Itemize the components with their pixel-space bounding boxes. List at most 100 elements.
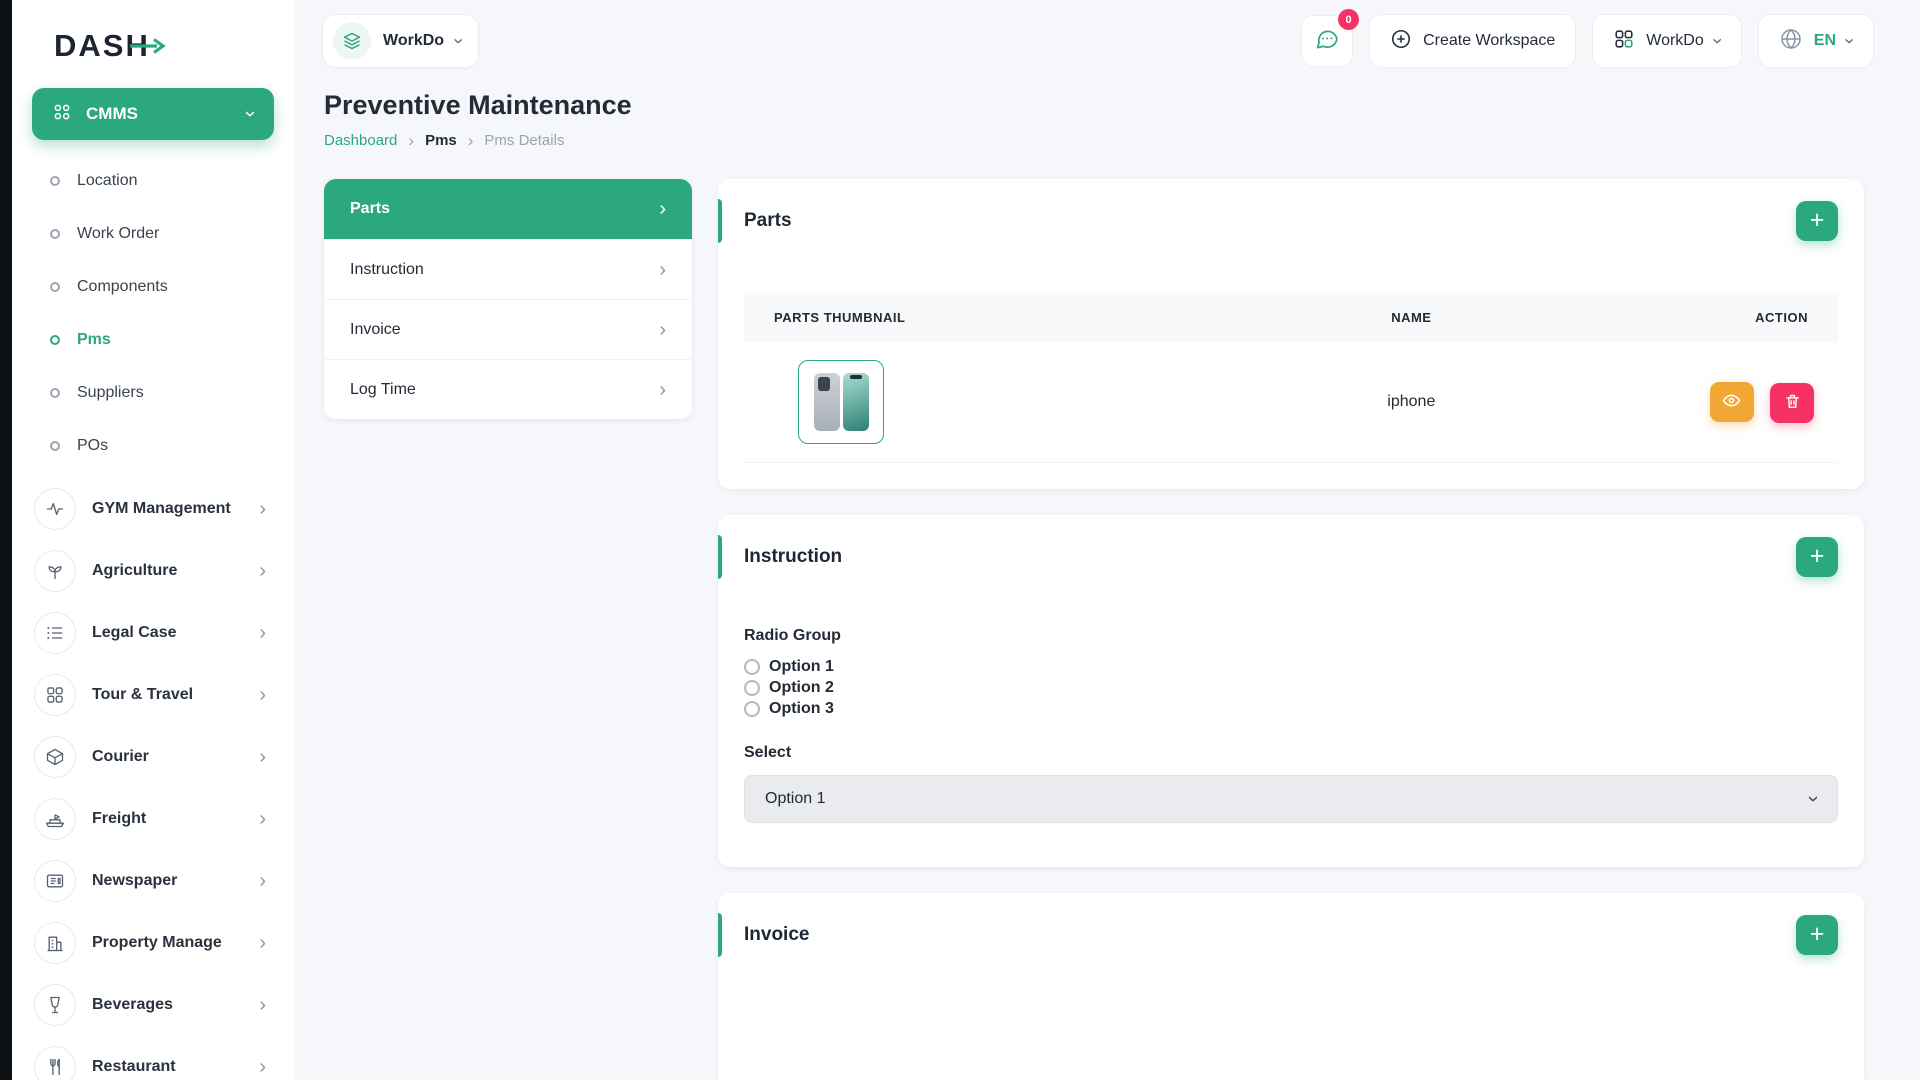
- invoice-card-title: Invoice: [744, 924, 809, 946]
- eye-icon: [1722, 391, 1741, 413]
- part-thumbnail[interactable]: [798, 360, 884, 444]
- create-workspace-button[interactable]: Create Workspace: [1369, 14, 1576, 68]
- tab-log-time[interactable]: Log Time ›: [324, 359, 692, 419]
- language-selector[interactable]: EN ›: [1758, 14, 1874, 68]
- sidebar-item-tour-travel[interactable]: Tour & Travel ›: [32, 664, 274, 726]
- drink-icon: [34, 984, 76, 1026]
- brand-logo: DASH: [12, 0, 294, 80]
- globe-icon: [1779, 27, 1803, 56]
- bullet-ring-icon: [50, 335, 60, 345]
- delete-button[interactable]: [1770, 383, 1814, 423]
- radio-icon[interactable]: [744, 701, 760, 717]
- app-root: DASH CMMS › Location Work Order Componen…: [0, 0, 1920, 1080]
- add-part-button[interactable]: +: [1796, 201, 1838, 241]
- sidebar-item-beverages[interactable]: Beverages ›: [32, 974, 274, 1036]
- radio-icon[interactable]: [744, 659, 760, 675]
- sidebar-item-location[interactable]: Location: [32, 154, 274, 207]
- radio-option-3[interactable]: Option 3: [744, 700, 1838, 718]
- parts-table-wrap: PARTS THUMBNAIL NAME ACTION: [718, 263, 1864, 489]
- chevron-right-icon: ›: [408, 132, 414, 149]
- workspace-logo-icon: [333, 22, 371, 60]
- sidebar-item-newspaper[interactable]: Newspaper ›: [32, 850, 274, 912]
- chevron-right-icon: ›: [259, 747, 266, 767]
- tab-label: Instruction: [350, 261, 424, 279]
- logo-arrow-icon: [130, 38, 166, 59]
- tab-label: Log Time: [350, 381, 416, 399]
- sidebar-item-pms[interactable]: Pms: [32, 313, 274, 366]
- sidebar-item-suppliers[interactable]: Suppliers: [32, 366, 274, 419]
- trash-icon: [1784, 393, 1801, 413]
- breadcrumb-dashboard-link[interactable]: Dashboard: [324, 132, 397, 149]
- column-header-name: NAME: [1203, 293, 1619, 342]
- sidebar-item-label: Courier: [92, 748, 149, 766]
- sidebar-item-gym-management[interactable]: GYM Management ›: [32, 478, 274, 540]
- parts-card-title: Parts: [744, 210, 792, 232]
- plus-circle-icon: [1390, 28, 1412, 55]
- sidebar-item-restaurant[interactable]: Restaurant ›: [32, 1036, 274, 1080]
- sidebar-item-cmms[interactable]: CMMS ›: [32, 88, 274, 140]
- sidebar-item-label: Suppliers: [77, 384, 144, 402]
- add-invoice-button[interactable]: +: [1796, 915, 1838, 955]
- sidebar-item-components[interactable]: Components: [32, 260, 274, 313]
- topbar-right: 0 Create Workspace WorkDo ›: [1301, 14, 1874, 68]
- tab-label: Invoice: [350, 321, 401, 339]
- sidebar-item-property-manage[interactable]: Property Manage ›: [32, 912, 274, 974]
- chevron-right-icon: ›: [259, 995, 266, 1015]
- chevron-right-icon: ›: [259, 623, 266, 643]
- tab-label: Parts: [350, 200, 390, 218]
- page-header: Preventive Maintenance Dashboard › Pms ›…: [294, 82, 1920, 149]
- view-button[interactable]: [1710, 382, 1754, 422]
- activity-icon: [34, 488, 76, 530]
- chevron-right-icon: ›: [259, 499, 266, 519]
- building-icon: [34, 922, 76, 964]
- sidebar-item-label: Legal Case: [92, 624, 176, 642]
- sidebar-item-label: Property Manage: [92, 934, 222, 952]
- instruction-card-title: Instruction: [744, 546, 842, 568]
- radio-option-1[interactable]: Option 1: [744, 658, 1838, 676]
- sidebar-item-pos[interactable]: POs: [32, 419, 274, 472]
- radio-icon[interactable]: [744, 680, 760, 696]
- tab-instruction[interactable]: Instruction ›: [324, 239, 692, 299]
- newspaper-icon: [34, 860, 76, 902]
- instruction-card-header: Instruction +: [718, 515, 1864, 599]
- radio-option-label: Option 3: [769, 700, 834, 718]
- workspace-dropdown[interactable]: WorkDo ›: [1592, 14, 1742, 68]
- sidebar-item-label: GYM Management: [92, 500, 231, 518]
- tab-invoice[interactable]: Invoice ›: [324, 299, 692, 359]
- chevron-down-icon: ›: [450, 38, 468, 44]
- sidebar-item-work-order[interactable]: Work Order: [32, 207, 274, 260]
- chevron-right-icon: ›: [659, 199, 666, 219]
- language-label: EN: [1814, 32, 1836, 50]
- modules-menu: GYM Management › Agriculture › Legal Cas…: [12, 478, 294, 1080]
- chevron-right-icon: ›: [259, 871, 266, 891]
- workspace-switcher[interactable]: WorkDo ›: [322, 14, 479, 68]
- radio-option-2[interactable]: Option 2: [744, 679, 1838, 697]
- parts-card-header: Parts +: [718, 179, 1864, 263]
- sidebar-item-label: POs: [77, 437, 108, 455]
- chevron-right-icon: ›: [659, 320, 666, 340]
- sidebar-item-label: Components: [77, 278, 168, 296]
- column-header-thumbnail: PARTS THUMBNAIL: [744, 293, 1203, 342]
- cmms-label: CMMS: [86, 104, 138, 124]
- tab-parts[interactable]: Parts ›: [324, 179, 692, 239]
- option-select[interactable]: Option 1 ›: [744, 775, 1838, 823]
- messages-button[interactable]: 0: [1301, 15, 1353, 67]
- package-icon: [34, 736, 76, 778]
- iphone-image: [814, 373, 869, 431]
- sidebar-item-legal-case[interactable]: Legal Case ›: [32, 602, 274, 664]
- chevron-down-icon: ›: [1841, 38, 1859, 44]
- sidebar-item-courier[interactable]: Courier ›: [32, 726, 274, 788]
- row-actions: [1619, 342, 1838, 463]
- breadcrumb-pms[interactable]: Pms: [425, 132, 457, 149]
- sidebar-item-label: Location: [77, 172, 138, 190]
- instruction-body: Radio Group Option 1 Option 2: [718, 599, 1864, 867]
- messages-badge: 0: [1338, 9, 1359, 30]
- left-rail: [0, 0, 12, 1080]
- section-tabs: Parts › Instruction › Invoice › Log Time…: [324, 179, 692, 419]
- radio-option-label: Option 1: [769, 658, 834, 676]
- chevron-right-icon: ›: [259, 561, 266, 581]
- sidebar-item-agriculture[interactable]: Agriculture ›: [32, 540, 274, 602]
- sidebar-item-freight[interactable]: Freight ›: [32, 788, 274, 850]
- add-instruction-button[interactable]: +: [1796, 537, 1838, 577]
- invoice-body: [718, 977, 1864, 1080]
